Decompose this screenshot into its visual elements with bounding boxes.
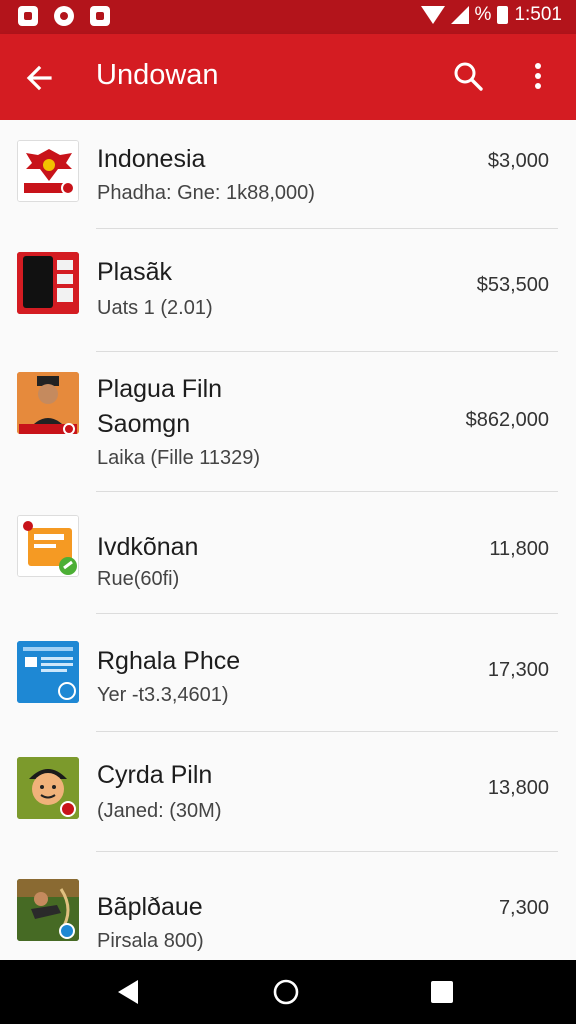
list-item[interactable]: Rghala Phce Yer -t3.3,4601) 17,300 [0,614,576,732]
cartoon-face-icon [17,757,79,819]
nav-recents-icon [431,981,453,1003]
list-item[interactable]: Cyrda Piln (Janed: (30M) 13,800 [0,732,576,852]
search-icon [454,62,483,91]
nav-recents-button[interactable] [422,972,462,1012]
item-subtitle: Rue(60fi) [97,568,180,590]
item-subtitle: Laika (Fille 11329) [97,447,261,469]
item-name: Ivdkõnan [97,533,199,561]
item-name: Cyrda Piln [97,761,213,789]
system-icons: % 1:501 [420,4,562,26]
item-name: Plagua Filn [97,375,223,403]
item-name: Bãplðaue [97,893,203,921]
app-bar: Undowan [0,34,576,120]
item-price: $3,000 [487,150,549,172]
item-price: 13,800 [487,777,549,799]
wifi-icon [420,6,445,24]
orange-app-icon [17,515,79,577]
battery-percent: % [474,4,492,25]
page-title: Undowan [96,59,219,91]
phone-device-icon [17,252,79,314]
item-price: $53,500 [476,274,549,296]
person-portrait-icon [17,372,79,434]
item-price: 17,300 [487,659,549,681]
nav-back-icon [118,980,138,1004]
arrow-back-icon [26,65,52,91]
nav-home-icon [273,979,299,1005]
item-subtitle: Yer -t3.3,4601) [97,684,229,706]
list-item[interactable]: Plagua Filn Saomgn Laika (Fille 11329) $… [0,352,576,492]
item-price: 7,300 [498,897,549,919]
more-options-button[interactable] [518,54,558,98]
item-name-line2: Saomgn [97,410,191,438]
blue-app-icon [17,641,79,703]
back-button[interactable] [18,56,62,100]
item-subtitle: Phadha: Gne: 1k88,000) [97,182,315,204]
nav-home-button[interactable] [266,972,306,1012]
notification-icons [18,6,110,26]
item-name: Indonesia [97,145,206,173]
garuda-emblem-icon [17,140,79,202]
list-item[interactable]: Ivdkõnan Rue(60fi) 11,800 [0,492,576,614]
nav-back-button[interactable] [108,972,148,1012]
system-nav-bar [0,960,576,1024]
item-subtitle: Pirsala 800) [97,930,204,952]
notification-record-icon [54,6,74,26]
item-name: Plasãk [97,258,173,286]
item-subtitle: (Janed: (30M) [97,800,222,822]
list-item[interactable]: Indonesia Phadha: Gne: 1k88,000) $3,000 [0,120,576,229]
signal-icon [450,6,469,24]
list-item[interactable]: Plasãk Uats 1 (2.01) $53,500 [0,229,576,352]
status-bar: % 1:501 [0,0,576,34]
archer-figure-icon [17,879,79,941]
item-subtitle: Uats 1 (2.01) [97,297,213,319]
more-vert-icon [535,63,541,89]
search-button[interactable] [446,54,490,98]
item-price: $862,000 [465,409,549,431]
item-list: Indonesia Phadha: Gne: 1k88,000) $3,000 … [0,120,576,960]
item-price: 11,800 [489,538,549,560]
notification-media-icon [90,6,110,26]
item-name: Rghala Phce [97,647,241,675]
clock: 1:501 [514,4,562,25]
list-item[interactable]: Bãplðaue Pirsala 800) 7,300 [0,852,576,960]
battery-icon [497,6,509,24]
notification-app-icon [18,6,38,26]
